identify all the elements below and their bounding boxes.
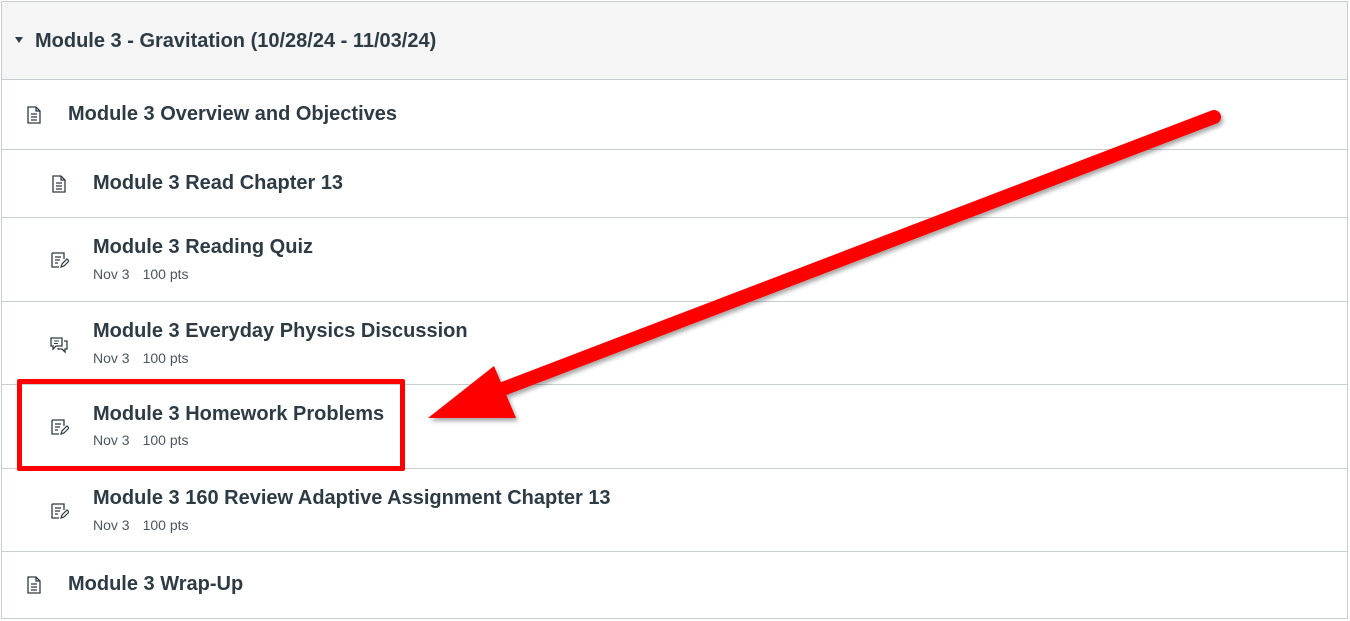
page-icon: [24, 575, 44, 595]
module-item[interactable]: Module 3 Homework Problems Nov 3 100 pts: [2, 385, 1347, 469]
caret-down-icon[interactable]: [15, 37, 23, 43]
page-icon: [49, 174, 69, 194]
module-item-title[interactable]: Module 3 160 Review Adaptive Assignment …: [93, 486, 611, 510]
module-item-title[interactable]: Module 3 Read Chapter 13: [93, 171, 343, 195]
due-date: Nov 3: [93, 266, 130, 282]
points: 100 pts: [142, 432, 189, 448]
page-icon: [24, 105, 44, 125]
points: 100 pts: [142, 266, 189, 282]
module-item[interactable]: Module 3 160 Review Adaptive Assignment …: [2, 469, 1347, 552]
module-item[interactable]: Module 3 Everyday Physics Discussion Nov…: [2, 302, 1347, 385]
module-item-title[interactable]: Module 3 Reading Quiz: [93, 235, 313, 259]
module-title[interactable]: Module 3 - Gravitation (10/28/24 - 11/03…: [35, 29, 436, 53]
module-item-title[interactable]: Module 3 Everyday Physics Discussion: [93, 319, 468, 343]
module-container: Module 3 - Gravitation (10/28/24 - 11/03…: [1, 1, 1348, 619]
assignment-icon: [49, 501, 69, 521]
module-item[interactable]: Module 3 Wrap-Up: [2, 552, 1347, 618]
module-item-title[interactable]: Module 3 Overview and Objectives: [68, 102, 397, 126]
module-item[interactable]: Module 3 Overview and Objectives: [2, 80, 1347, 150]
module-item-title[interactable]: Module 3 Homework Problems: [93, 402, 384, 426]
assignment-icon: [49, 250, 69, 270]
module-item-meta: Nov 3 100 pts: [93, 516, 189, 534]
discussion-icon: [49, 334, 69, 354]
module-item-meta: Nov 3 100 pts: [93, 431, 189, 449]
due-date: Nov 3: [93, 350, 130, 366]
module-item[interactable]: Module 3 Read Chapter 13: [2, 150, 1347, 218]
due-date: Nov 3: [93, 517, 130, 533]
module-item-meta: Nov 3 100 pts: [93, 265, 189, 283]
module-item-title[interactable]: Module 3 Wrap-Up: [68, 572, 243, 596]
module-header[interactable]: Module 3 - Gravitation (10/28/24 - 11/03…: [2, 2, 1347, 80]
due-date: Nov 3: [93, 432, 130, 448]
points: 100 pts: [142, 517, 189, 533]
module-item[interactable]: Module 3 Reading Quiz Nov 3 100 pts: [2, 218, 1347, 302]
assignment-icon: [49, 417, 69, 437]
points: 100 pts: [142, 350, 189, 366]
module-item-meta: Nov 3 100 pts: [93, 349, 189, 367]
